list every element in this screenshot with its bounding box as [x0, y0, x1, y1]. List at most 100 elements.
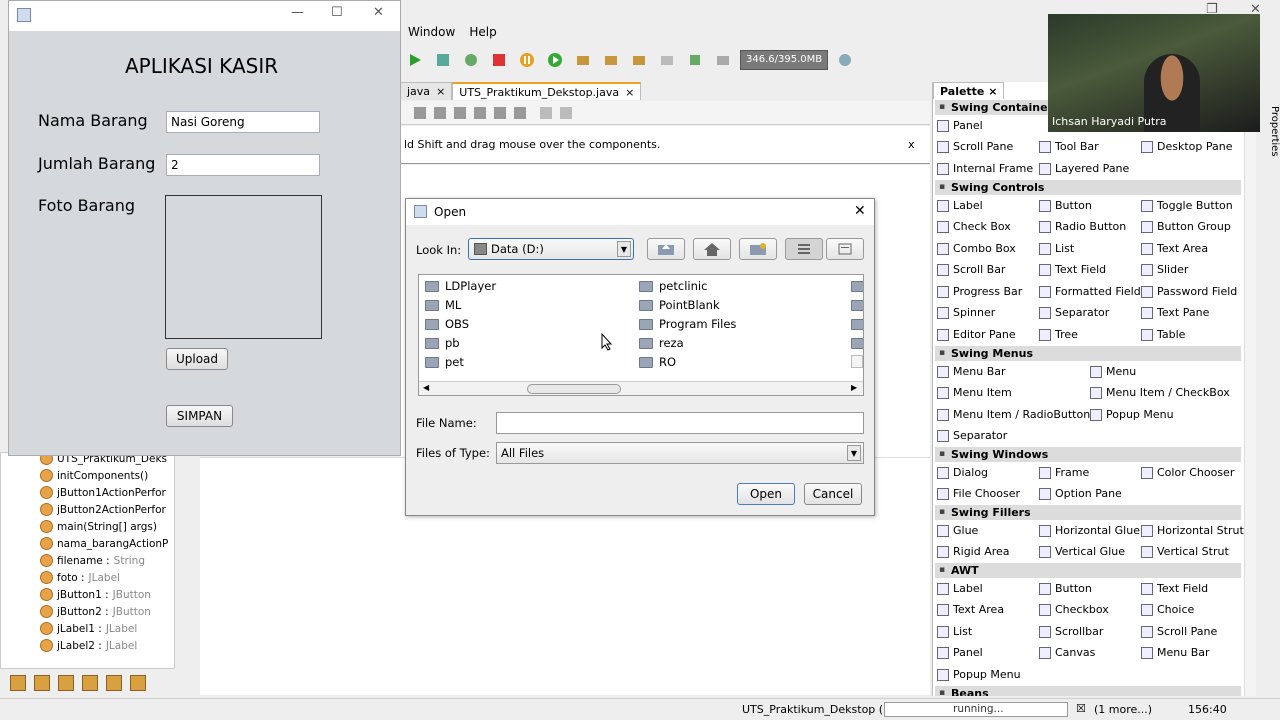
step-into-icon[interactable] [600, 49, 622, 71]
file-name-input[interactable] [496, 412, 864, 434]
properties-side-tab[interactable]: Properties [1258, 82, 1280, 282]
folder-item[interactable]: RO [639, 355, 676, 369]
palette-item[interactable]: Text Area [1141, 242, 1208, 255]
palette-item[interactable]: Internal Frame [937, 162, 1033, 175]
cancel-task-icon[interactable]: ☒ [1076, 702, 1086, 715]
new-folder-button[interactable] [739, 238, 777, 260]
status-more-link[interactable]: (1 more...) [1094, 703, 1152, 716]
palette-item[interactable]: Label [937, 582, 983, 595]
chevron-down-icon[interactable]: ▼ [617, 241, 631, 257]
palette-category[interactable]: Swing Menus [935, 346, 1241, 361]
simpan-button[interactable]: SIMPAN [166, 405, 233, 427]
palette-item[interactable]: List [1039, 242, 1074, 255]
palette-item[interactable]: File Chooser [937, 487, 1020, 500]
hint-close-button[interactable]: x [908, 138, 915, 151]
folder-item[interactable]: pet [425, 355, 464, 369]
close-button[interactable]: ✕ [373, 5, 384, 20]
palette-item[interactable]: Progress Bar [937, 285, 1022, 298]
tab-uts-praktikum[interactable]: UTS_Praktikum_Dekstop.java × [452, 82, 642, 100]
run-to-cursor-icon[interactable] [656, 49, 678, 71]
palette-item[interactable]: Toggle Button [1141, 199, 1233, 212]
palette-item[interactable]: Label [937, 199, 983, 212]
palette-item[interactable]: Scroll Pane [937, 140, 1013, 153]
palette-item[interactable]: Scroll Pane [1141, 625, 1217, 638]
home-button[interactable] [693, 238, 731, 260]
palette-item[interactable]: Text Field [1039, 263, 1106, 276]
continue-icon[interactable] [544, 49, 566, 71]
step-out-icon[interactable] [628, 49, 650, 71]
palette-item[interactable]: Popup Menu [1090, 408, 1174, 421]
folder-item[interactable]: reza [639, 336, 684, 350]
align-icons[interactable] [400, 101, 600, 125]
open-button[interactable]: Open [737, 483, 795, 505]
palette-item[interactable]: Slider [1141, 263, 1188, 276]
file-list[interactable]: LDPlayer ML OBS pb pet petclinic PointBl… [418, 274, 864, 396]
palette-category[interactable]: Swing Windows [935, 447, 1241, 462]
sort-icon[interactable] [10, 675, 26, 691]
pause-icon[interactable] [516, 49, 538, 71]
palette-item[interactable]: Menu [1090, 365, 1136, 378]
folder-item[interactable]: pb [425, 336, 460, 350]
folder-item[interactable]: Program Files [639, 317, 736, 331]
close-icon[interactable]: × [625, 86, 634, 99]
palette-category[interactable]: Beans [935, 686, 1241, 696]
palette-item[interactable]: Panel [937, 119, 983, 132]
palette-item[interactable]: Vertical Glue [1039, 545, 1125, 558]
folder-item[interactable]: ML [425, 298, 461, 312]
nav-item[interactable]: jButton2ActionPerfor [40, 503, 166, 516]
close-icon[interactable]: × [436, 85, 445, 98]
filter-icon[interactable] [106, 675, 122, 691]
palette-item[interactable]: Password Field [1141, 285, 1237, 298]
folder-item[interactable]: petclinic [639, 279, 707, 293]
palette-item[interactable]: Button [1039, 582, 1092, 595]
palette-item[interactable]: Radio Button [1039, 220, 1126, 233]
nav-item[interactable]: main(String[] args) [40, 520, 157, 533]
palette-item[interactable]: Rigid Area [937, 545, 1010, 558]
palette-item[interactable]: Frame [1039, 466, 1089, 479]
palette-item[interactable]: Canvas [1039, 646, 1095, 659]
upload-button[interactable]: Upload [166, 348, 228, 370]
minimize-button[interactable]: — [291, 5, 304, 20]
palette-item[interactable]: Popup Menu [937, 668, 1021, 681]
palette-item[interactable]: Layered Pane [1039, 162, 1129, 175]
up-folder-button[interactable] [647, 238, 685, 260]
palette-item[interactable]: Scrollbar [1039, 625, 1103, 638]
palette-item[interactable]: Vertical Strut [1141, 545, 1229, 558]
folder-item[interactable]: LDPlayer [425, 279, 496, 293]
menu-help[interactable]: Help [469, 25, 496, 39]
horizontal-scrollbar[interactable]: ◀ ▶ [419, 381, 863, 395]
nav-item[interactable]: nama_barangActionP [40, 537, 168, 550]
nav-item[interactable]: foto : JLabel [40, 571, 120, 584]
nav-item[interactable]: jLabel2 : JLabel [40, 639, 137, 652]
nav-item[interactable]: jButton2 : JButton [40, 605, 151, 618]
run-project-icon[interactable] [404, 49, 426, 71]
memory-indicator[interactable]: 346.6/395.0MB [740, 50, 829, 70]
palette-item[interactable]: List [937, 625, 972, 638]
palette-item[interactable]: Editor Pane [937, 328, 1016, 341]
filter-icon[interactable] [130, 675, 146, 691]
debug-project-icon[interactable] [432, 49, 454, 71]
palette-item[interactable]: Text Field [1141, 582, 1208, 595]
look-in-combo[interactable]: Data (D:) ▼ [468, 238, 634, 260]
maximize-button[interactable]: ☐ [331, 5, 343, 20]
palette-item[interactable]: Menu Item / RadioButton [937, 408, 1090, 421]
palette-item[interactable]: Desktop Pane [1141, 140, 1232, 153]
snapshot-icon[interactable] [712, 49, 734, 71]
palette-item[interactable]: Combo Box [937, 242, 1016, 255]
palette-item[interactable]: Menu Item [937, 386, 1012, 399]
apply-code-icon[interactable] [684, 49, 706, 71]
palette-item[interactable]: Choice [1141, 603, 1194, 616]
palette-item[interactable]: Text Area [937, 603, 1004, 616]
dialog-close-button[interactable]: ✕ [854, 203, 866, 219]
nav-item[interactable]: jButton1ActionPerfor [40, 486, 166, 499]
filter-icon[interactable] [58, 675, 74, 691]
profile-project-icon[interactable] [460, 49, 482, 71]
scroll-left-icon[interactable]: ◀ [423, 383, 429, 392]
palette-tab[interactable]: Palette × [933, 82, 1005, 99]
palette-item[interactable]: Button [1039, 199, 1092, 212]
scrollbar-thumb[interactable] [527, 384, 621, 394]
palette-scrollbar[interactable] [1244, 100, 1256, 696]
tab-java[interactable]: java × [400, 82, 453, 100]
palette-item[interactable]: Menu Bar [1141, 646, 1210, 659]
palette-category[interactable]: Swing Controls [935, 180, 1241, 195]
